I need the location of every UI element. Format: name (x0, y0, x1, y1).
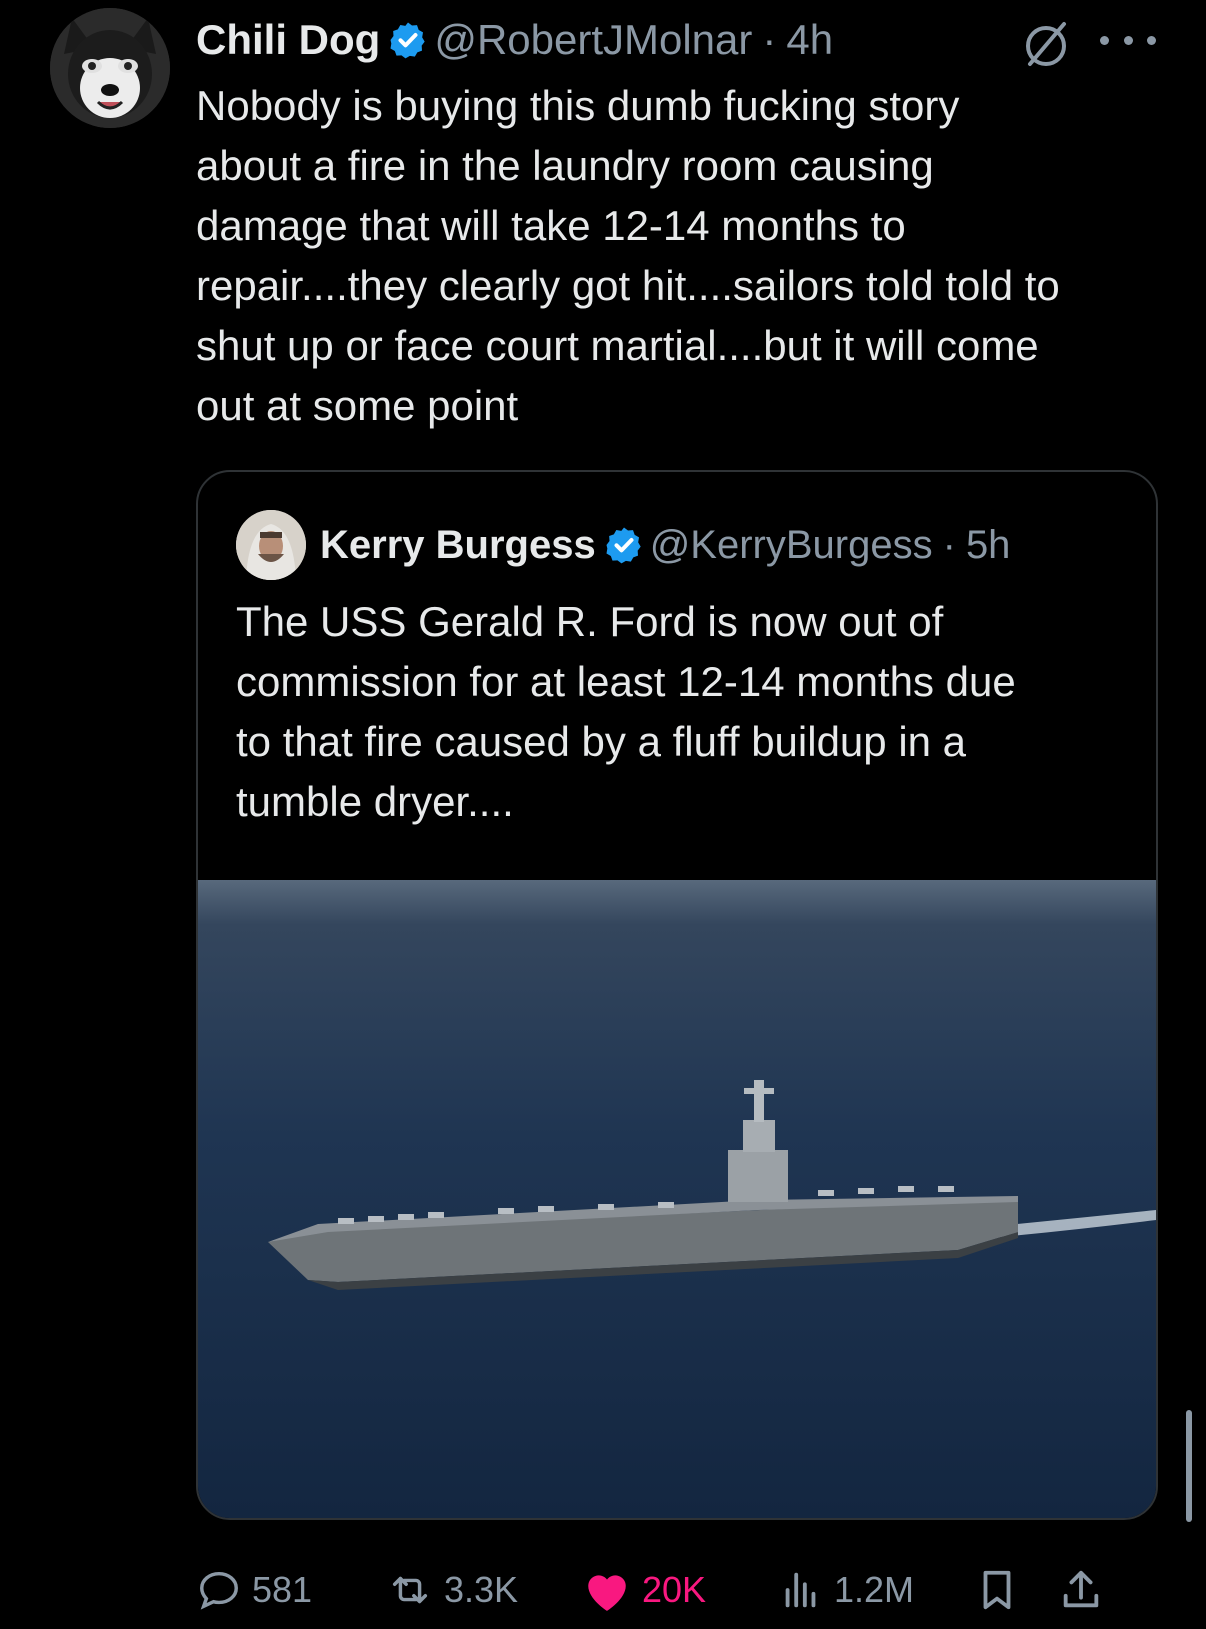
separator-dot: · (942, 522, 956, 567)
reply-count: 581 (252, 1569, 313, 1610)
reply-button[interactable]: 581 (196, 1560, 312, 1620)
views-button[interactable]: 1.2M (778, 1560, 914, 1620)
tweet-actions: 581 3.3K 20K 1.2M (196, 1560, 1156, 1620)
dot (1147, 35, 1156, 45)
author-handle[interactable]: @RobertJMolnar (434, 16, 752, 64)
views-count: 1.2M (834, 1569, 915, 1610)
tweet-timestamp[interactable]: 4h (786, 16, 833, 64)
dot (1123, 35, 1133, 45)
quoted-author-handle[interactable]: @KerryBurgess (650, 523, 933, 568)
dot (1100, 35, 1109, 45)
aircraft-carrier-photo[interactable] (198, 880, 1156, 1518)
bookmark-button[interactable] (974, 1560, 1030, 1620)
quoted-author-avatar (236, 510, 306, 580)
quoted-tweet-header: Kerry Burgess @KerryBurgess · 5h (236, 510, 1011, 580)
views-icon (785, 1572, 816, 1608)
grok-icon[interactable] (1018, 16, 1074, 72)
tweet-text: Nobody is buying this dumb fucking story… (196, 82, 1060, 429)
quoted-author-name[interactable]: Kerry Burgess (320, 523, 596, 568)
verified-badge-icon (604, 525, 644, 565)
repost-button[interactable]: 3.3K (386, 1560, 518, 1620)
bookmark-icon (983, 1570, 1011, 1610)
tweet-header: Chili Dog @RobertJMolnar · 4h (196, 10, 833, 70)
repost-icon (392, 1576, 428, 1604)
like-count: 20K (642, 1569, 707, 1610)
more-options-icon[interactable] (1100, 14, 1156, 66)
separator-dot: · (762, 16, 777, 63)
share-button[interactable] (1058, 1560, 1114, 1620)
author-avatar[interactable] (50, 8, 170, 128)
author-name[interactable]: Chili Dog (196, 16, 380, 64)
reply-icon (200, 1571, 238, 1610)
like-button[interactable]: 20K (582, 1560, 706, 1620)
verified-badge-icon (388, 20, 428, 60)
share-icon (1063, 1570, 1099, 1608)
quoted-tweet-timestamp[interactable]: 5h (966, 523, 1011, 568)
quoted-tweet-text: The USS Gerald R. Ford is now out of com… (236, 598, 1016, 825)
repost-count: 3.3K (444, 1569, 519, 1610)
heart-icon (588, 1575, 626, 1611)
scrollbar-thumb[interactable] (1186, 1410, 1192, 1522)
quoted-tweet-card[interactable]: Kerry Burgess @KerryBurgess · 5h The USS… (196, 470, 1158, 1520)
